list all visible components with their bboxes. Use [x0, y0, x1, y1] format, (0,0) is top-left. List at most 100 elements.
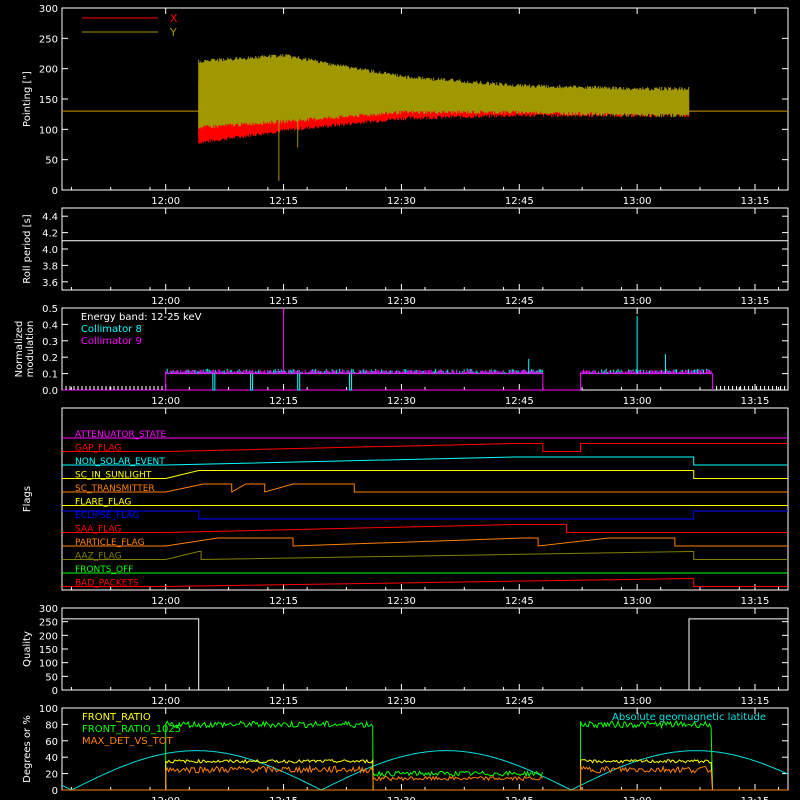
x-tick-label: 12:30	[387, 796, 416, 800]
panel-6: 12:00 12:15 12:30 12:45 13:00 13:15 0 20 40 60 80 1…	[22, 704, 789, 800]
legend-latitude: Absolute geomagnetic latitude	[612, 712, 766, 723]
x-tick-label: 12:15	[269, 696, 298, 707]
x-tick-label: 12:15	[269, 796, 298, 800]
flag-sc_transmitter: SC_TRANSMITTER	[62, 483, 788, 494]
y-tick-label: 100	[39, 125, 58, 136]
flag-non_solar_event: NON_SOLAR_EVENT	[62, 456, 788, 467]
legend-max-det-vs-tot: MAX_DET_VS_TOT	[82, 736, 174, 747]
y-tick-label: 0.3	[42, 337, 58, 348]
y-tick-label: 80	[45, 720, 58, 731]
y-axis-label: Degrees or %	[22, 715, 33, 783]
y-tick-label: 0.5	[42, 304, 58, 315]
panel-5: 12:00 12:15 12:30 12:45 13:00 13:15 0 50 100 150 2…	[22, 604, 789, 707]
x-tick-label: 13:15	[741, 596, 770, 607]
legend-label: Y	[169, 26, 177, 39]
series-line	[580, 719, 714, 791]
x-tick-label: 13:15	[741, 796, 770, 800]
flag-line	[62, 578, 788, 587]
flag-label: ECLIPSE_FLAG	[75, 511, 139, 521]
x-tick-label: 13:15	[741, 296, 770, 307]
y-tick-label: 0.4	[42, 320, 58, 331]
y-tick-label: 150	[39, 645, 58, 656]
ratio-block-2	[580, 719, 714, 791]
flag-line	[62, 551, 788, 561]
y-tick-label: 4.2	[42, 229, 58, 240]
y-tick-label: 0.2	[42, 353, 58, 364]
energy-band-label: Energy band: 12-25 keV	[81, 312, 202, 323]
x-tick-label: 12:30	[387, 396, 416, 407]
y-tick-label: 300	[39, 604, 58, 615]
y-tick-label: 60	[45, 737, 58, 748]
legend-label: X	[170, 12, 178, 25]
flag-line	[62, 537, 788, 547]
collimator-9-line	[580, 373, 714, 390]
x-tick-label: 12:00	[151, 796, 180, 800]
x-tick-label: 13:00	[623, 296, 652, 307]
legend-collimator-9: Collimator 9	[81, 336, 142, 347]
x-tick-label: 12:45	[505, 196, 534, 207]
y-axis-label: Roll period [s]	[22, 214, 33, 283]
x-tick-label: 12:30	[387, 596, 416, 607]
y-axis-label: modulation	[25, 321, 36, 378]
x-tick-label: 13:15	[741, 396, 770, 407]
y-tick-label: 300	[39, 4, 58, 15]
y-tick-label: 0.1	[42, 370, 58, 381]
collimator-8-dip	[297, 373, 301, 391]
series-Y: Y	[62, 26, 788, 129]
x-tick-label: 12:15	[269, 596, 298, 607]
x-tick-label: 12:00	[151, 396, 180, 407]
y-tick-label: 4.0	[42, 245, 58, 256]
x-tick-label: 12:45	[505, 296, 534, 307]
x-tick-label: 13:00	[623, 696, 652, 707]
collimator-9-noise	[580, 369, 712, 374]
y-axis-label: Flags	[22, 486, 33, 512]
flag-line	[62, 456, 788, 466]
x-tick-label: 12:45	[505, 396, 534, 407]
x-tick-label: 12:30	[387, 296, 416, 307]
flag-flare_flag: FLARE_FLAG	[62, 498, 788, 508]
flag-line	[62, 470, 788, 479]
flag-particle_flag: PARTICLE_FLAG	[62, 537, 788, 548]
legend-collimator-8: Collimator 8	[81, 324, 142, 335]
flag-sc_in_sunlight: SC_IN_SUNLIGHT	[62, 470, 788, 481]
y-tick-label: 4.4	[42, 212, 58, 223]
x-tick-label: 13:15	[741, 696, 770, 707]
x-tick-label: 12:30	[387, 696, 416, 707]
flag-saa_flag: SAA_FLAG	[62, 524, 788, 535]
x-tick-label: 12:15	[269, 396, 298, 407]
series-line	[372, 775, 543, 782]
y-tick-label: 100	[39, 659, 58, 670]
y-tick-label: 250	[39, 34, 58, 45]
collimator-8-dip	[212, 373, 216, 391]
flag-fronts_off: FRONTS_OFF	[62, 565, 788, 575]
x-tick-label: 13:00	[623, 796, 652, 800]
panel-1: 12:00 12:15 12:30 12:45 13:00 13:15 0 50 100 150 2…	[22, 4, 789, 207]
x-tick-label: 12:45	[505, 696, 534, 707]
hessi-observing-summary-plot: 12:00 12:15 12:30 12:45 13:00 13:15 0 50 100 150 2…	[14, 4, 789, 800]
quality-line	[62, 618, 788, 691]
flag-aaz_flag: AAZ_FLAG	[62, 551, 788, 562]
x-tick-label: 13:00	[623, 196, 652, 207]
series-line	[580, 765, 714, 791]
series-line	[198, 54, 690, 129]
y-tick-label: 100	[39, 704, 58, 715]
y-tick-label: 0	[52, 686, 58, 697]
flag-line	[62, 483, 788, 493]
series-line	[165, 758, 374, 791]
panel-2: 12:00 12:15 12:30 12:45 13:00 13:15 3.6 3.8 4.0 4…	[22, 207, 789, 307]
panel-frame	[61, 607, 789, 691]
collimator-8-dip	[349, 373, 353, 391]
x-tick-label: 12:00	[151, 196, 180, 207]
x-tick-label: 12:00	[151, 696, 180, 707]
series-line	[580, 758, 714, 791]
y-axis-label: Quality	[22, 631, 33, 667]
y-tick-label: 150	[39, 95, 58, 106]
y-tick-label: 50	[45, 156, 58, 167]
y-tick-label: 200	[39, 65, 58, 76]
x-tick-label: 13:00	[623, 396, 652, 407]
modulation-block-1	[165, 368, 544, 390]
flag-gap_flag: GAP_FLAG	[62, 443, 788, 454]
panel-4: 12:00 12:15 12:30 12:45 13:00 13:15 Flags ATTEN…	[22, 407, 789, 607]
flag-eclipse_flag: ECLIPSE_FLAG	[62, 510, 788, 521]
y-tick-label: 250	[39, 618, 58, 629]
